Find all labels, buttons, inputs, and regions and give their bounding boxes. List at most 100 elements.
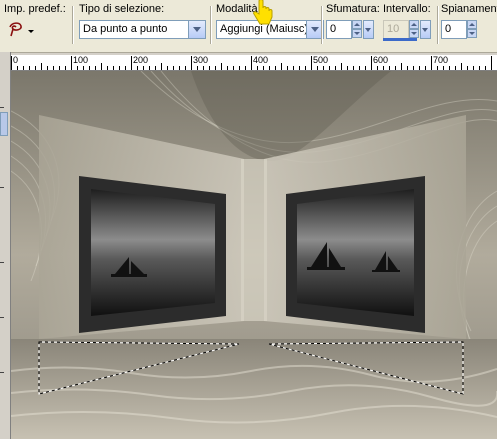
ruler-tick: [287, 66, 288, 70]
ruler-tick: [413, 66, 414, 70]
interval-value: 10: [387, 23, 400, 35]
ruler-tick: [197, 66, 198, 70]
ruler-tick: [359, 66, 360, 70]
ruler-tick: [95, 66, 96, 70]
arrow-up-icon: [352, 20, 362, 29]
feather-stepper[interactable]: [352, 20, 362, 39]
ruler-label: 400: [253, 55, 269, 65]
feather-input[interactable]: 0: [326, 20, 352, 39]
ruler-tick: [239, 66, 240, 70]
ruler-tick: [395, 66, 396, 70]
image-canvas[interactable]: [11, 71, 497, 439]
chevron-down-icon[interactable]: [188, 21, 205, 38]
canvas-artwork: [11, 71, 497, 439]
ruler-tick: [11, 56, 12, 70]
ruler-tick: [59, 66, 60, 70]
ruler-tick: [461, 63, 462, 70]
interval-progress-bar: [383, 38, 417, 41]
ruler-tick: [131, 56, 132, 70]
ruler-label: 600: [373, 55, 389, 65]
ruler-tick: [407, 66, 408, 70]
preset-picker[interactable]: [6, 21, 36, 39]
ruler-label: 500: [313, 55, 329, 65]
ruler-label: 200: [133, 55, 149, 65]
ruler-label: 300: [193, 55, 209, 65]
ruler-tick: [107, 66, 108, 70]
separator: [72, 6, 74, 44]
ruler-tick: [149, 66, 150, 70]
ruler-tick: [221, 63, 222, 70]
arrow-up-icon: [467, 20, 477, 29]
ruler-label: 100: [73, 55, 89, 65]
ruler-tick: [185, 66, 186, 70]
arrow-up-icon: [409, 20, 419, 29]
ruler-tick: [341, 63, 342, 70]
ruler-tick: [77, 66, 78, 70]
ruler-tick: [245, 66, 246, 70]
arrow-down-icon: [409, 29, 419, 38]
tool-options-toolbar: Imp. predef.: Tipo di selezione: Da punt…: [0, 0, 497, 53]
ruler-tick: [419, 66, 420, 70]
ruler-tick: [113, 66, 114, 70]
smoothing-input[interactable]: 0: [441, 20, 467, 39]
ruler-label: 700: [433, 55, 449, 65]
ruler-tick: [251, 56, 252, 70]
ruler-tick: [179, 66, 180, 70]
selection-type-select[interactable]: Da punto a punto: [79, 20, 206, 39]
ruler-tick: [311, 56, 312, 70]
smoothing-stepper[interactable]: [467, 20, 477, 39]
ruler-tick: [293, 66, 294, 70]
ruler-tick: [29, 66, 30, 70]
ruler-tick: [161, 63, 162, 70]
ruler-tick: [323, 66, 324, 70]
ruler-tick: [347, 66, 348, 70]
ruler-tick: [299, 66, 300, 70]
ruler-tick: [215, 66, 216, 70]
ruler-tick: [479, 66, 480, 70]
separator: [437, 6, 439, 44]
ruler-tick: [467, 66, 468, 70]
arrow-down-icon: [467, 29, 477, 38]
ruler-tick: [491, 56, 492, 70]
ruler-tick: [53, 66, 54, 70]
ruler-tick: [449, 66, 450, 70]
ruler-tick: [455, 66, 456, 70]
ruler-tick: [353, 66, 354, 70]
ruler-tick: [83, 66, 84, 70]
interval-input: 10: [383, 20, 409, 39]
ruler-tick: [23, 66, 24, 70]
panel-scroll-handle[interactable]: [0, 112, 8, 136]
ruler-tick: [101, 63, 102, 70]
ruler-tick: [317, 66, 318, 70]
ruler-tick: [443, 66, 444, 70]
ruler-tick: [155, 66, 156, 70]
ruler-tick: [401, 63, 402, 70]
ruler-tick: [119, 66, 120, 70]
ruler-tick: [71, 56, 72, 70]
feather-value: 0: [330, 23, 337, 35]
ruler-tick: [89, 66, 90, 70]
separator: [210, 6, 212, 44]
ruler-tick: [137, 66, 138, 70]
ruler-tick: [47, 66, 48, 70]
separator: [321, 6, 323, 44]
arrow-down-icon: [352, 29, 362, 38]
preset-label: Imp. predef.:: [4, 3, 66, 15]
interval-label: Intervallo:: [383, 3, 431, 15]
feather-label: Sfumatura:: [326, 3, 380, 15]
left-panel-edge: [0, 52, 11, 439]
ruler-tick: [41, 63, 42, 70]
ruler-tick: [203, 66, 204, 70]
ruler-tick: [167, 66, 168, 70]
ruler-tick: [437, 66, 438, 70]
ruler-tick: [485, 66, 486, 70]
feather-dropdown-button[interactable]: [363, 20, 374, 39]
ruler-tick: [143, 66, 144, 70]
ruler-tick: [17, 66, 18, 70]
ruler-tick: [65, 66, 66, 70]
ruler-tick: [371, 56, 372, 70]
ruler-tick: [257, 66, 258, 70]
hand-pointer-cursor-icon: [253, 0, 273, 25]
interval-dropdown-button: [420, 20, 431, 39]
ruler-tick: [329, 66, 330, 70]
